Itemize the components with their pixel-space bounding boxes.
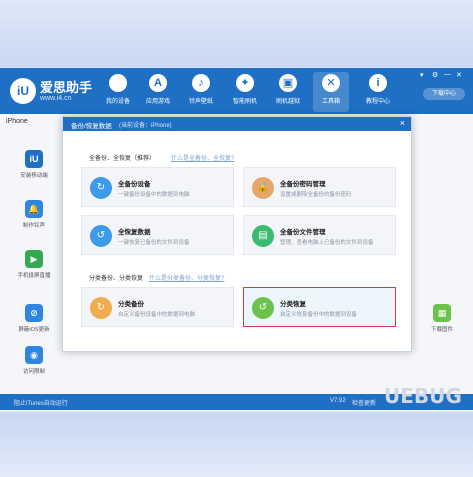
nav-ringtones[interactable]: ♪ 铃声壁纸 — [183, 72, 219, 112]
full-restore-card[interactable]: ↺ 全恢复数据 一键恢复已备份的文件到设备 — [81, 215, 234, 255]
dialog-device: (当前设备：iPhone) — [119, 123, 172, 129]
firmware-icon: ▦ — [433, 304, 451, 322]
apple-icon — [109, 74, 127, 92]
box-icon: ▣ — [279, 74, 297, 92]
nav-my-device[interactable]: 我的设备 — [100, 72, 136, 112]
nav-jailbreak[interactable]: ▣ 刷机越狱 — [270, 72, 306, 112]
full-backup-section-title: 全备份、全恢复（推荐） — [89, 156, 156, 162]
nav-label: 教程中心 — [365, 99, 390, 105]
sidebar-item-label: 制作铃声 — [22, 223, 45, 229]
download-firmware-item[interactable]: ▦ 下载固件 — [422, 304, 462, 333]
sidebar-item-install-mobile[interactable]: iU 安装移动端 — [6, 150, 62, 179]
card-title: 全恢复数据 — [118, 229, 151, 236]
watermark-logo: UEBUG — [384, 384, 462, 408]
download-firmware-label: 下载固件 — [430, 327, 453, 333]
nav-label: 智能刷机 — [232, 99, 257, 105]
play-icon: ▶ — [25, 250, 43, 268]
itunes-autorun-toggle[interactable]: 阻止iTunes自动运行 — [14, 398, 68, 407]
dialog-title-bar: 备份/恢复数据 (当前设备：iPhone) × — [63, 117, 411, 131]
card-title: 分类恢复 — [280, 301, 306, 308]
card-description: 管理、查看电脑上已备份的文件到设备 — [280, 240, 374, 246]
close-icon[interactable]: × — [400, 118, 405, 128]
bell-icon: ♪ — [192, 74, 210, 92]
category-backup-section-title: 分类备份、分类恢复 — [89, 276, 144, 282]
category-restore-card[interactable]: ↺ 分类恢复 自定义恢复备份中的数据到设备 — [243, 287, 396, 327]
nav-toolbox[interactable]: ✕ 工具箱 — [313, 72, 349, 112]
nav-label: 铃声壁纸 — [188, 99, 213, 105]
block-icon: ⊘ — [25, 304, 43, 322]
nav-label: 工具箱 — [321, 99, 340, 105]
full-backup-device-card[interactable]: ↻ 全备份设备 一键备份设备中的数据到电脑 — [81, 167, 234, 207]
category-backup-help-link[interactable]: 什么是分类备份、分类恢复? — [149, 273, 224, 282]
bell-icon: 🔔 — [25, 200, 43, 218]
app-logo: iU — [10, 78, 36, 104]
brand-name: 爱思助手 — [40, 80, 93, 95]
nav-apps[interactable]: A 应用游戏 — [140, 72, 176, 112]
i4-app-icon: iU — [25, 150, 43, 168]
nav-tutorials[interactable]: i 教程中心 — [360, 72, 396, 112]
restriction-icon: ◉ — [25, 346, 43, 364]
card-title: 全备份文件管理 — [280, 229, 326, 236]
card-description: 一键恢复已备份的文件到设备 — [118, 240, 190, 246]
folder-icon: ▤ — [252, 225, 274, 247]
device-tab[interactable]: iPhone — [6, 118, 28, 125]
category-backup-card[interactable]: ↻ 分类备份 自定义备份设备中的数据到电脑 — [81, 287, 234, 327]
sidebar-item-restrictions[interactable]: ◉ 访问限制 — [6, 346, 62, 375]
backup-password-card[interactable]: 🔒 全备份密码管理 设置或删除全备份的备份密码 — [243, 167, 396, 207]
card-title: 全备份密码管理 — [280, 181, 326, 188]
lock-icon: 🔒 — [252, 177, 274, 199]
download-center-button[interactable]: 下载中心 — [423, 88, 465, 100]
sidebar-item-label: 安装移动端 — [20, 173, 48, 179]
dialog-title: 备份/恢复数据 — [71, 123, 112, 130]
card-description: 自定义备份设备中的数据到电脑 — [118, 312, 196, 318]
toolbox-icon: ✕ — [322, 74, 340, 92]
minimize-icon[interactable]: — — [444, 71, 451, 78]
restore-icon: ↺ — [252, 297, 274, 319]
sidebar-item-label: 手机投屏直播 — [17, 273, 51, 279]
restore-icon: ↺ — [90, 225, 112, 247]
nav-label: 刷机越狱 — [275, 99, 300, 105]
nav-smart-flash[interactable]: ✦ 智能刷机 — [227, 72, 263, 112]
backup-icon: ↻ — [90, 177, 112, 199]
nav-label: 我的设备 — [105, 99, 130, 105]
backup-file-manager-card[interactable]: ▤ 全备份文件管理 管理、查看电脑上已备份的文件到设备 — [243, 215, 396, 255]
backup-restore-dialog: 备份/恢复数据 (当前设备：iPhone) × 全备份、全恢复（推荐） 什么是全… — [62, 116, 412, 352]
version-label: V7.92 — [330, 398, 346, 404]
backup-icon: ↻ — [90, 297, 112, 319]
full-backup-help-link[interactable]: 什么是全备份、全恢复? — [171, 153, 234, 162]
check-update-link[interactable]: 检查更新 — [352, 398, 376, 407]
sidebar-item-label: 屏蔽iOS更新 — [18, 327, 50, 333]
settings-icon[interactable]: ⚙ — [432, 71, 438, 79]
brand-url: www.i4.cn — [40, 95, 72, 102]
title-bar: iU 爱思助手 www.i4.cn 我的设备 A 应用游戏 ♪ 铃声壁纸 ✦ 智… — [0, 68, 473, 114]
card-description: 设置或删除全备份的备份密码 — [280, 192, 352, 198]
sidebar-item-label: 访问限制 — [22, 369, 45, 375]
flash-icon: ✦ — [236, 74, 254, 92]
card-title: 分类备份 — [118, 301, 144, 308]
appstore-icon: A — [149, 74, 167, 92]
skin-icon[interactable]: ▾ — [420, 71, 424, 79]
sidebar-item-block-update[interactable]: ⊘ 屏蔽iOS更新 — [6, 304, 62, 333]
nav-label: 应用游戏 — [145, 99, 170, 105]
card-description: 一键备份设备中的数据到电脑 — [118, 192, 190, 198]
card-description: 自定义恢复备份中的数据到设备 — [280, 312, 358, 318]
sidebar-item-ringtone[interactable]: 🔔 制作铃声 — [6, 200, 62, 229]
close-window-icon[interactable]: ✕ — [456, 71, 462, 79]
card-title: 全备份设备 — [118, 181, 151, 188]
sidebar-item-screen-mirror[interactable]: ▶ 手机投屏直播 — [6, 250, 62, 279]
info-icon: i — [369, 74, 387, 92]
